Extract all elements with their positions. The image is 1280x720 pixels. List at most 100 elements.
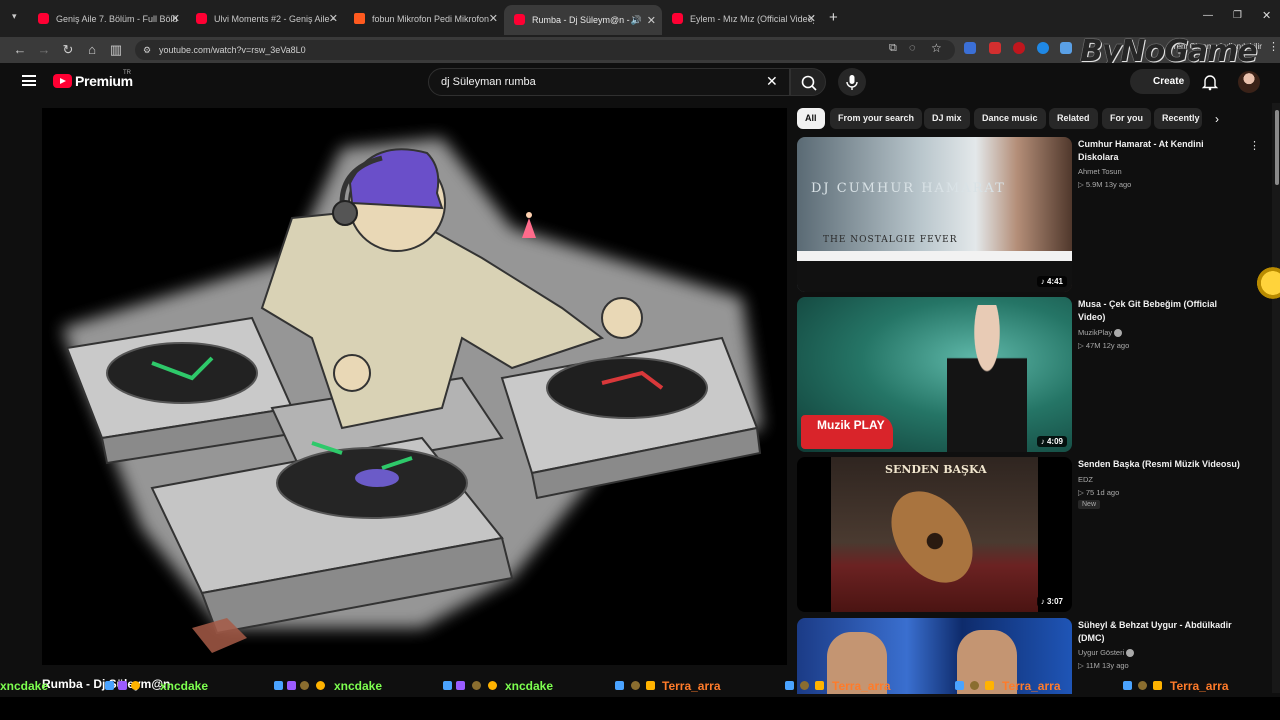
reload-icon[interactable]: ↻ <box>59 41 77 59</box>
tab-search-dropdown-icon[interactable]: ▾ <box>12 11 17 22</box>
scrollbar-thumb[interactable] <box>1275 110 1279 185</box>
browser-tab[interactable]: Eylem - Mız Mız (Official Video) ✕ <box>662 7 822 30</box>
vpn-extension-icon[interactable] <box>1037 42 1049 54</box>
thumbnail-subtitle-text: THE NOSTALGIE FEVER <box>823 235 958 245</box>
play-icon: ▷ <box>1078 180 1084 189</box>
video-title[interactable]: Cumhur Hamarat - At Kendini Diskolara <box>1078 138 1243 164</box>
microphone-icon <box>846 75 858 90</box>
ticker-username: xncdake <box>505 679 554 693</box>
chip-all[interactable]: All <box>797 108 825 129</box>
channel-name[interactable]: MuzikPlay <box>1078 328 1123 338</box>
muzikplay-logo: Muzik PLAY <box>801 415 893 449</box>
close-icon[interactable]: ✕ <box>647 14 656 27</box>
close-icon[interactable]: ✕ <box>171 12 180 25</box>
channel-name[interactable]: Ahmet Tosun <box>1078 167 1122 176</box>
video-thumbnail[interactable]: Muzik PLAY ♪ 4:09 <box>797 297 1072 452</box>
tab-label: Geniş Aile 7. Bölüm - Full Bölüm <box>56 13 178 24</box>
restore-icon[interactable]: ❐ <box>1233 10 1242 21</box>
chrome-menu-icon[interactable]: ⋮ <box>1268 40 1279 53</box>
site-info-icon[interactable]: ⚙ <box>143 40 151 60</box>
play-icon: ▷ <box>1078 488 1084 497</box>
duration-badge: ♪ 4:41 <box>1036 276 1067 287</box>
page-scrollbar[interactable] <box>1272 103 1280 693</box>
video-player[interactable] <box>42 108 787 665</box>
notifications-bell-icon[interactable] <box>1201 73 1219 91</box>
ticker-username: xncdake <box>334 679 383 693</box>
create-button[interactable]: Create <box>1130 69 1190 94</box>
chip-label: DJ mix <box>932 113 962 123</box>
chip-dj-mix[interactable]: DJ mix <box>924 108 970 129</box>
browser-tabstrip: ▾ Geniş Aile 7. Bölüm - Full Bölüm ✕ Ulv… <box>0 0 1280 37</box>
back-icon[interactable]: ← <box>11 41 29 59</box>
lastpass-extension-icon[interactable] <box>1013 42 1025 54</box>
ticker-username: Terra_arra <box>832 679 891 693</box>
badge-icon <box>955 681 964 690</box>
browser-tab[interactable]: Geniş Aile 7. Bölüm - Full Bölüm ✕ <box>28 7 186 30</box>
chip-label: All <box>805 113 817 123</box>
video-thumbnail[interactable]: SENDEN BAŞKA ♪ 3:07 <box>797 457 1072 612</box>
badge-icon <box>300 681 309 690</box>
chip-for-you[interactable]: For you <box>1102 108 1151 129</box>
bookmark-star-icon[interactable]: ☆ <box>931 41 942 55</box>
eye-off-icon[interactable]: ◌ <box>909 42 916 54</box>
video-title[interactable]: Süheyl & Behzat Uygur - Abdülkadir (DMC) <box>1078 619 1243 645</box>
ticker-username: Terra_arra <box>1170 679 1229 693</box>
forward-icon[interactable]: → <box>35 41 53 59</box>
video-title[interactable]: Musa - Çek Git Bebeğim (Official Video) <box>1078 298 1243 324</box>
more-actions-icon[interactable]: ⋮ <box>1249 139 1260 152</box>
video-title[interactable]: Senden Başka (Resmi Müzik Videosu) <box>1078 458 1243 471</box>
adblock-extension-icon[interactable] <box>989 42 1001 54</box>
duration-badge: ♪ 4:09 <box>1036 436 1067 447</box>
ticker-username: xncdake <box>160 679 209 693</box>
voice-search-button[interactable] <box>838 68 866 96</box>
cast-icon[interactable]: ⧉ <box>889 42 897 55</box>
verified-icon <box>1114 329 1123 338</box>
badge-icon <box>800 681 809 690</box>
channel-name[interactable]: EDZ <box>1078 475 1093 484</box>
badge-icon <box>287 681 296 690</box>
chip-dance-music[interactable]: Dance music <box>974 108 1046 129</box>
ticker-username: Terra_arra <box>1002 679 1061 693</box>
thumbnail-overlay-text: DJ CUMHUR HAMARAT <box>811 181 1006 196</box>
hamburger-menu-icon[interactable] <box>22 75 36 86</box>
browser-tab[interactable]: Ulvi Moments #2 - Geniş Aile - ✕ <box>186 7 344 30</box>
create-label: Create <box>1153 76 1185 87</box>
video-meta: ▷ 75 1d ago <box>1078 488 1119 497</box>
view-count: 11M <box>1085 661 1100 670</box>
search-button[interactable] <box>790 68 826 96</box>
speaker-icon[interactable]: 🔊 <box>631 15 642 26</box>
chip-related[interactable]: Related <box>1049 108 1098 129</box>
badge-icon <box>615 681 624 690</box>
check-extension-icon[interactable] <box>1060 42 1072 54</box>
badge-icon <box>118 681 127 690</box>
url-field[interactable]: ⚙ youtube.com/watch?v=rsw_3eVa8L0 <box>135 40 955 60</box>
translate-extension-icon[interactable] <box>964 42 976 54</box>
browser-tab[interactable]: fobun Mikrofon Pedi Mikrofon ✕ <box>344 7 504 30</box>
youtube-logo-icon[interactable] <box>53 74 72 88</box>
badge-icon <box>443 681 452 690</box>
search-icon <box>801 75 817 91</box>
channel-name[interactable]: Uygur Gösteri <box>1078 648 1135 658</box>
badge-icon <box>970 681 979 690</box>
music-note-icon: ♪ <box>1040 597 1045 606</box>
browser-tab-active[interactable]: Rumba - Dj Süleym@n - Yo 🔊 ✕ <box>504 5 662 35</box>
youtube-icon <box>196 13 207 24</box>
avatar[interactable] <box>1238 71 1260 93</box>
search-input[interactable]: dj Süleyman rumba <box>428 68 790 96</box>
badge-icon <box>815 681 824 690</box>
close-window-icon[interactable]: ✕ <box>1262 9 1271 22</box>
close-icon[interactable]: ✕ <box>489 12 498 25</box>
chevron-right-icon[interactable]: › <box>1215 112 1219 126</box>
minimize-icon[interactable]: — <box>1203 10 1213 21</box>
video-thumbnail[interactable]: DJ CUMHUR HAMARAT THE NOSTALGIE FEVER ♪ … <box>797 137 1072 292</box>
close-icon[interactable]: ✕ <box>329 12 338 25</box>
sidepanel-icon[interactable]: ▥ <box>107 41 125 59</box>
youtube-header: Premium TR dj Süleyman rumba ✕ + Create <box>0 63 1280 103</box>
new-tab-icon[interactable]: + <box>829 9 838 26</box>
chip-recently[interactable]: Recently <box>1154 108 1202 129</box>
close-icon[interactable]: ✕ <box>807 12 816 25</box>
chip-from-your-search[interactable]: From your search <box>830 108 923 129</box>
clear-search-icon[interactable]: ✕ <box>766 73 778 90</box>
duration-text: 3:07 <box>1046 597 1063 606</box>
home-icon[interactable]: ⌂ <box>83 41 101 59</box>
